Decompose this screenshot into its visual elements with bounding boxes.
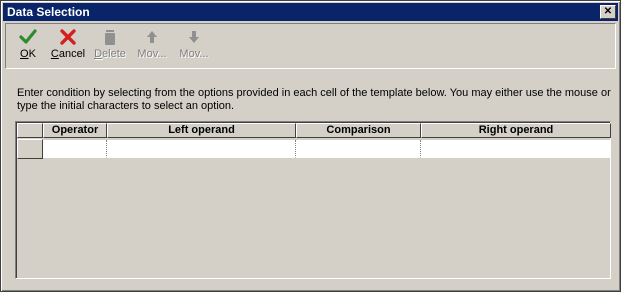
trash-icon <box>92 28 128 48</box>
operator-cell[interactable] <box>43 140 107 158</box>
instructions-text: Enter condition by selecting from the op… <box>17 87 611 112</box>
column-header-right-operand[interactable]: Right operand <box>421 123 611 138</box>
column-header-comparison[interactable]: Comparison <box>296 123 421 138</box>
move-down-button[interactable]: Mov... <box>176 26 212 64</box>
column-header-left-operand[interactable]: Left operand <box>107 123 296 138</box>
table-row <box>17 139 611 159</box>
x-cancel-icon <box>50 28 86 48</box>
close-button[interactable]: ✕ <box>600 5 616 19</box>
left-operand-cell[interactable] <box>107 140 296 158</box>
comparison-cell[interactable] <box>296 140 421 158</box>
corner-header-cell[interactable] <box>17 123 43 138</box>
ok-button[interactable]: OK <box>14 26 42 64</box>
arrow-up-icon <box>134 28 170 48</box>
close-icon: ✕ <box>603 6 613 17</box>
ok-label-accel: O <box>20 48 29 60</box>
move-up-label: Mov... <box>137 48 167 60</box>
column-header-operator[interactable]: Operator <box>43 123 107 138</box>
ok-label: K <box>28 48 36 60</box>
toolbar: OK Cancel Delete Mov... Mov... <box>5 23 616 69</box>
cancel-label: ancel <box>58 48 86 60</box>
data-selection-dialog: Data Selection ✕ OK Cancel Delete Mov...… <box>0 0 621 292</box>
delete-button[interactable]: Delete <box>92 26 128 64</box>
delete-label-accel: D <box>94 48 103 60</box>
cancel-button[interactable]: Cancel <box>50 26 86 64</box>
arrow-down-icon <box>176 28 212 48</box>
move-down-label: Mov... <box>179 48 209 60</box>
checkmark-icon <box>14 28 42 48</box>
grid-header-row: Operator Left operand Comparison Right o… <box>17 123 611 139</box>
condition-grid[interactable]: Operator Left operand Comparison Right o… <box>15 121 611 279</box>
cancel-label-accel: C <box>50 48 59 60</box>
title-bar[interactable]: Data Selection ✕ <box>3 3 618 21</box>
window-title: Data Selection <box>7 5 90 19</box>
move-up-button[interactable]: Mov... <box>134 26 170 64</box>
right-operand-cell[interactable] <box>421 140 611 158</box>
delete-label: elete <box>102 48 126 60</box>
row-header-cell[interactable] <box>17 139 43 159</box>
